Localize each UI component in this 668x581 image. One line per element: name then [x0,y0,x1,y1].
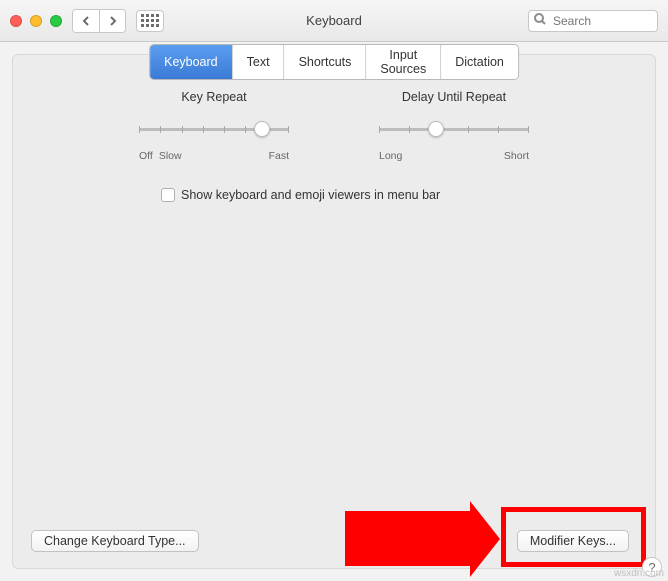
tab-input-sources[interactable]: Input Sources [365,45,440,79]
minimize-icon[interactable] [30,15,42,27]
window-controls [10,15,62,27]
delay-slider[interactable] [379,118,529,144]
menubar-checkbox-row: Show keyboard and emoji viewers in menu … [161,188,655,202]
show-all-button[interactable] [136,10,164,32]
chevron-left-icon [82,16,90,26]
close-icon[interactable] [10,15,22,27]
key-repeat-slider[interactable] [139,118,289,144]
key-repeat-title: Key Repeat [139,90,289,104]
sliders-row: Key Repeat Off Slow Fast Delay Until Repe… [13,90,655,162]
tab-text[interactable]: Text [232,45,284,79]
menubar-checkbox[interactable] [161,188,175,202]
chevron-right-icon [109,16,117,26]
titlebar: Keyboard [0,0,668,42]
tab-dictation[interactable]: Dictation [440,45,518,79]
key-repeat-labels: Off Slow Fast [139,150,289,162]
zoom-icon[interactable] [50,15,62,27]
search-input[interactable] [528,10,658,32]
preferences-panel: Keyboard Text Shortcuts Input Sources Di… [12,54,656,569]
nav-group [72,9,126,33]
search-icon [534,12,546,30]
delay-title: Delay Until Repeat [379,90,529,104]
key-repeat-right-label: Fast [269,150,289,162]
watermark: wsxdn.com [614,568,664,579]
tab-keyboard[interactable]: Keyboard [150,45,232,79]
key-repeat-left-label: Slow [159,150,182,162]
change-keyboard-type-button[interactable]: Change Keyboard Type... [31,530,199,552]
delay-right-label: Short [504,150,529,162]
delay-block: Delay Until Repeat Long Short [379,90,529,162]
forward-button[interactable] [99,10,125,32]
delay-labels: Long Short [379,150,529,162]
key-repeat-off-label: Off [139,150,153,162]
back-button[interactable] [73,10,99,32]
modifier-keys-button[interactable]: Modifier Keys... [517,530,629,552]
window-title: Keyboard [306,13,362,28]
grid-icon [141,14,159,27]
tab-bar: Keyboard Text Shortcuts Input Sources Di… [149,44,519,80]
search-wrap [528,10,658,32]
annotation-arrow [345,511,470,566]
key-repeat-block: Key Repeat Off Slow Fast [139,90,289,162]
menubar-checkbox-label: Show keyboard and emoji viewers in menu … [181,188,440,202]
content-area: Keyboard Text Shortcuts Input Sources Di… [0,42,668,581]
delay-left-label: Long [379,150,402,162]
tab-shortcuts[interactable]: Shortcuts [284,45,366,79]
